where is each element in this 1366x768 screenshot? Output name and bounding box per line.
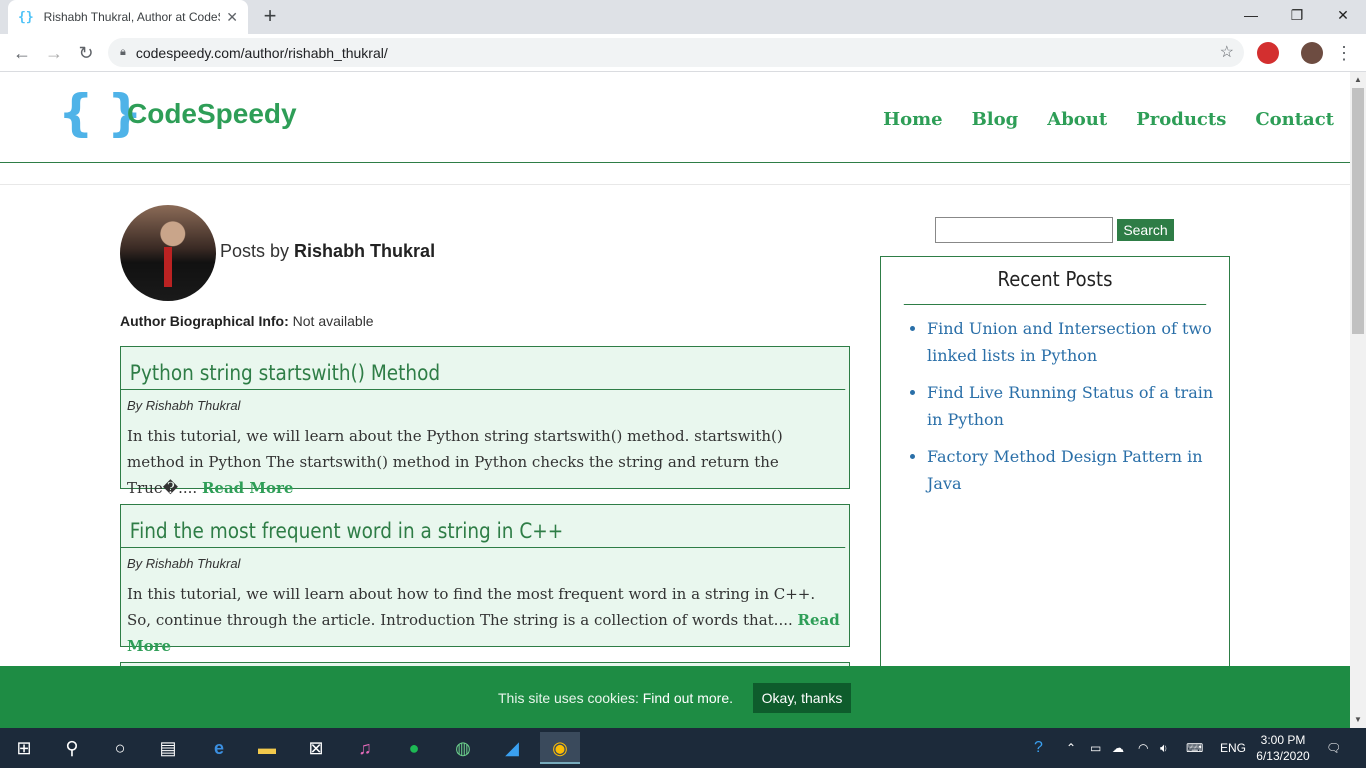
nav-contact[interactable]: Contact <box>1255 109 1334 130</box>
close-window-icon[interactable]: ✕ <box>1320 0 1366 32</box>
cookie-message: This site uses cookies: Find out more. <box>498 690 733 706</box>
help-icon[interactable]: ? <box>1034 728 1043 768</box>
site-header: { } CodeSpeedy Home Blog About Products … <box>0 72 1350 163</box>
tab-title: Rishabh Thukral, Author at CodeS <box>43 10 221 24</box>
cookie-accept-button[interactable]: Okay, thanks <box>753 683 851 713</box>
profile-avatar[interactable] <box>1301 42 1323 64</box>
bio-value: Not available <box>292 313 374 329</box>
author-heading: Posts by Rishabh Thukral <box>220 241 435 262</box>
spotify-icon[interactable]: ● <box>394 732 434 764</box>
nav-blog[interactable]: Blog <box>972 109 1019 130</box>
main-nav: Home Blog About Products Contact <box>883 109 1334 130</box>
bio-label: Author Biographical Info: <box>120 313 289 329</box>
edge-icon[interactable]: e <box>199 732 239 764</box>
author-name: Rishabh Thukral <box>294 241 436 261</box>
taskbar-clock[interactable]: 3:00 PM 6/13/2020 <box>1248 732 1318 764</box>
posts-by-prefix: Posts by <box>220 241 290 261</box>
cookie-find-out-more-link[interactable]: Find out more. <box>643 690 733 706</box>
nav-home[interactable]: Home <box>883 109 943 130</box>
site-favicon-icon: {} <box>18 9 34 25</box>
search-input[interactable] <box>935 217 1113 243</box>
itunes-icon[interactable]: ♫ <box>345 732 385 764</box>
keyboard-icon[interactable]: ⌨ <box>1186 728 1203 768</box>
page-scrollbar[interactable]: ▲ ▼ <box>1350 72 1366 728</box>
post-byline: By Rishabh Thukral <box>127 398 241 413</box>
cookie-text: This site uses cookies: <box>498 690 639 706</box>
recent-posts-list: Find Union and Intersection of two linke… <box>881 305 1229 497</box>
author-bio: Author Biographical Info: Not available <box>120 313 374 329</box>
scroll-down-icon[interactable]: ▼ <box>1350 712 1366 728</box>
bookmark-star-icon[interactable]: ☆ <box>1220 42 1234 62</box>
tray-chevron-icon[interactable]: ⌃ <box>1066 728 1076 768</box>
recent-post-link[interactable]: Find Union and Intersection of two linke… <box>927 315 1223 369</box>
clock-time: 3:00 PM <box>1260 733 1306 747</box>
scroll-up-icon[interactable]: ▲ <box>1350 72 1366 88</box>
post-excerpt-text: In this tutorial, we will learn about ho… <box>127 585 816 629</box>
notifications-icon[interactable]: 🗨︎ <box>1326 728 1341 768</box>
browser-tab[interactable]: {} Rishabh Thukral, Author at CodeS ✕ <box>8 0 248 34</box>
wifi-icon[interactable]: ◠ <box>1138 728 1148 768</box>
post-title[interactable]: Find the most frequent word in a string … <box>121 505 845 548</box>
new-tab-button[interactable]: + <box>258 4 282 28</box>
author-avatar <box>120 205 216 301</box>
language-indicator[interactable]: ENG <box>1220 728 1246 768</box>
post-title[interactable]: Python string startswith() Method <box>121 347 845 390</box>
extension-icon[interactable] <box>1257 42 1279 64</box>
tab-close-icon[interactable]: ✕ <box>226 9 238 26</box>
post-excerpt: In this tutorial, we will learn about th… <box>121 413 849 501</box>
search-button[interactable]: Search <box>1117 219 1174 241</box>
recent-post-link[interactable]: Find Live Running Status of a train in P… <box>927 379 1223 433</box>
post-byline: By Rishabh Thukral <box>127 556 241 571</box>
site-logo-text[interactable]: CodeSpeedy <box>127 98 297 130</box>
scrollbar-thumb[interactable] <box>1352 88 1364 334</box>
cloud-icon[interactable]: ☁ <box>1112 728 1124 768</box>
store-icon[interactable]: ⊠ <box>296 732 336 764</box>
windows-start-icon[interactable]: ⊞ <box>4 732 44 764</box>
battery-icon[interactable]: ▭ <box>1090 728 1101 768</box>
post-excerpt: In this tutorial, we will learn about ho… <box>121 571 849 659</box>
volume-icon[interactable]: 🔉︎ <box>1160 728 1168 768</box>
address-bar[interactable]: 🔒︎ codespeedy.com/author/rishabh_thukral… <box>108 38 1244 67</box>
back-arrow-icon[interactable]: ← <box>8 39 36 67</box>
reload-icon[interactable]: ↻ <box>72 39 100 67</box>
vscode-icon[interactable]: ◢ <box>492 732 532 764</box>
nav-about[interactable]: About <box>1047 109 1107 130</box>
browser-toolbar: ← → ↻ 🔒︎ codespeedy.com/author/rishabh_t… <box>0 34 1366 72</box>
nav-products[interactable]: Products <box>1136 109 1226 130</box>
url-text: codespeedy.com/author/rishabh_thukral/ <box>135 44 388 61</box>
divider <box>0 184 1350 185</box>
minimize-icon[interactable]: — <box>1228 0 1274 32</box>
lock-icon: 🔒︎ <box>120 46 126 58</box>
menu-kebab-icon[interactable]: ⋮ <box>1330 39 1358 67</box>
recent-post-link[interactable]: Factory Method Design Pattern in Java <box>927 443 1223 497</box>
cookie-banner: This site uses cookies: Find out more. O… <box>0 666 1350 728</box>
chrome-icon[interactable]: ◉ <box>540 732 580 764</box>
recent-posts-widget: Recent Posts Find Union and Intersection… <box>880 256 1230 728</box>
file-explorer-icon[interactable]: ▬ <box>247 732 287 764</box>
clock-date: 6/13/2020 <box>1256 749 1310 763</box>
restore-icon[interactable]: ❐ <box>1274 0 1320 32</box>
post-card: Find the most frequent word in a string … <box>120 504 850 655</box>
widget-title: Recent Posts <box>903 257 1207 305</box>
windows-taskbar: ⊞ ⚲ ○ ▤ e ▬ ⊠ ♫ ● ◍ ◢ ◉ ? ⌃ ▭ ☁ ◠ 🔉︎ ⌨ E… <box>0 728 1366 768</box>
app-globe-icon[interactable]: ◍ <box>443 732 483 764</box>
search-icon[interactable]: ⚲ <box>52 732 92 764</box>
post-card: Python string startswith() Method By Ris… <box>120 346 850 497</box>
read-more-link[interactable]: Read More <box>202 479 294 497</box>
forward-arrow-icon[interactable]: → <box>40 39 68 67</box>
web-page: { } CodeSpeedy Home Blog About Products … <box>0 72 1350 728</box>
cortana-icon[interactable]: ○ <box>100 732 140 764</box>
browser-tab-bar: {} Rishabh Thukral, Author at CodeS ✕ + … <box>0 0 1366 34</box>
task-view-icon[interactable]: ▤ <box>148 732 188 764</box>
